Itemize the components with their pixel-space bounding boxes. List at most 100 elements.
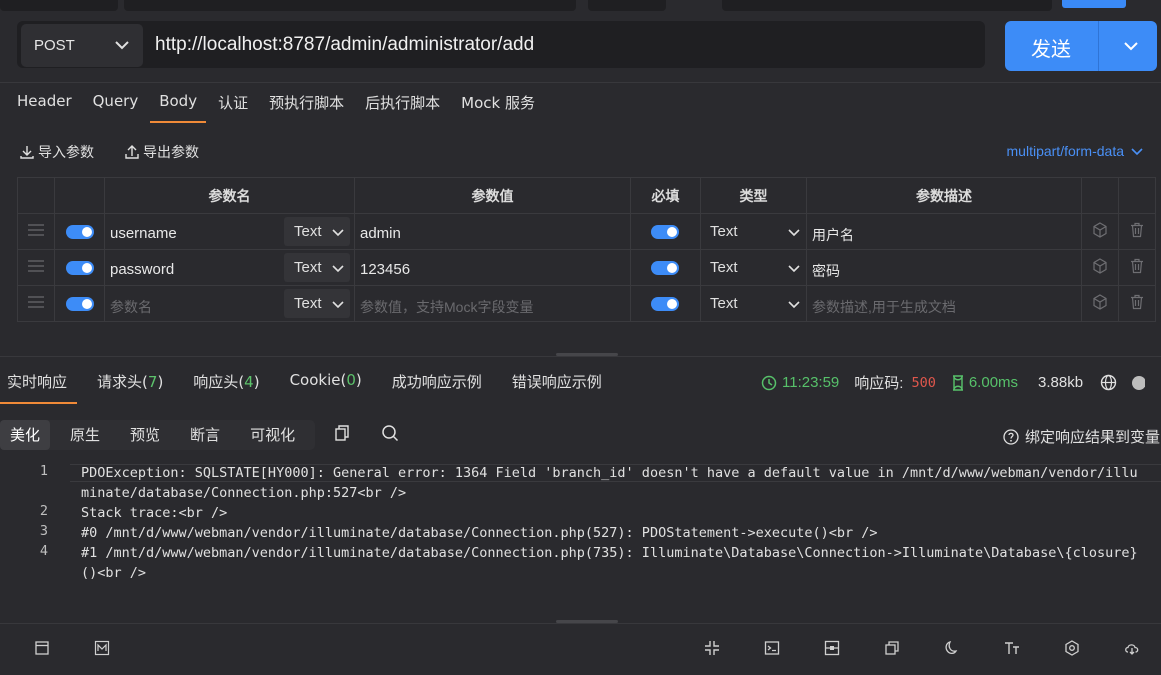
tab-label: 成功响应示例 bbox=[391, 373, 482, 391]
collapse-icon[interactable] bbox=[704, 640, 720, 656]
bind-response-button[interactable]: 绑定响应结果到变量 bbox=[1003, 426, 1160, 447]
export-label: 导出参数 bbox=[143, 145, 199, 161]
required-toggle[interactable] bbox=[651, 261, 679, 275]
name-type-select[interactable]: Text bbox=[284, 253, 350, 282]
view-raw-button[interactable]: 原生 bbox=[60, 420, 110, 450]
response-size: 3.88kb bbox=[1038, 374, 1084, 391]
tab-label: 实时响应 bbox=[7, 373, 68, 391]
delete-button[interactable] bbox=[1118, 285, 1156, 322]
bind-label: 绑定响应结果到变量 bbox=[1025, 428, 1161, 446]
send-button[interactable]: 发送 bbox=[1005, 21, 1157, 71]
tab-cookie[interactable]: Cookie(0) bbox=[290, 371, 362, 401]
response-body[interactable]: 1 PDOException: SQLSTATE[HY000]: General … bbox=[0, 463, 1161, 583]
delete-button[interactable] bbox=[1118, 249, 1156, 286]
top-toolbar bbox=[722, 0, 1052, 11]
hourglass-icon bbox=[952, 374, 963, 391]
view-preview-button[interactable]: 预览 bbox=[120, 420, 170, 450]
delete-button[interactable] bbox=[1118, 213, 1156, 250]
tab-mock[interactable]: Mock 服务 bbox=[461, 92, 535, 121]
font-size-icon[interactable] bbox=[1004, 640, 1020, 656]
clock-icon bbox=[761, 375, 777, 390]
drag-icon bbox=[28, 259, 44, 272]
import-params-button[interactable]: 导入参数 bbox=[19, 142, 94, 162]
drag-handle[interactable] bbox=[17, 213, 55, 250]
tab-body[interactable]: Body bbox=[150, 92, 206, 123]
tab-post-script[interactable]: 后执行脚本 bbox=[365, 92, 440, 121]
response-tabs: 实时响应 请求头(7) 响应头(4) Cookie(0) 成功响应示例 错误响应… bbox=[0, 371, 632, 404]
search-icon[interactable] bbox=[381, 424, 399, 442]
code-line: 2 Stack trace:<br /> bbox=[0, 503, 1161, 523]
enable-toggle[interactable] bbox=[66, 225, 94, 239]
enable-toggle[interactable] bbox=[66, 297, 94, 311]
col-desc: 参数描述 bbox=[806, 177, 1082, 214]
tab-request-headers[interactable]: 请求头(7) bbox=[97, 371, 163, 401]
content-type-select[interactable]: multipart/form-data bbox=[1007, 143, 1144, 159]
windows-icon[interactable] bbox=[884, 640, 900, 656]
tab-realtime-response[interactable]: 实时响应 bbox=[0, 371, 78, 404]
view-mode-bar: 美化 原生 预览 断言 可视化 bbox=[0, 420, 316, 450]
view-assert-button[interactable]: 断言 bbox=[180, 420, 230, 450]
name-type-label: Text bbox=[294, 223, 322, 240]
markdown-icon[interactable] bbox=[94, 640, 110, 656]
moon-icon[interactable] bbox=[944, 640, 960, 656]
cube-button[interactable] bbox=[1081, 213, 1119, 250]
param-value[interactable]: admin bbox=[360, 225, 401, 242]
tab-query[interactable]: Query bbox=[93, 92, 139, 121]
url-input[interactable]: http://localhost:8787/admin/administrato… bbox=[155, 34, 534, 56]
line-text: #1 /mnt/d/www/webman/vendor/illuminate/d… bbox=[81, 545, 1138, 581]
method-select[interactable]: POST bbox=[21, 24, 143, 67]
required-toggle[interactable] bbox=[651, 297, 679, 311]
response-time: 11:23:59 bbox=[782, 374, 840, 391]
type-select[interactable]: Text bbox=[700, 285, 807, 322]
panel-icon[interactable] bbox=[824, 640, 840, 656]
name-type-select[interactable]: Text bbox=[284, 289, 350, 318]
drag-handle[interactable] bbox=[17, 285, 55, 322]
settings-icon[interactable] bbox=[1064, 640, 1080, 656]
line-text: #0 /mnt/d/www/webman/vendor/illuminate/d… bbox=[81, 525, 878, 541]
param-name[interactable]: username bbox=[110, 225, 177, 242]
type-select[interactable]: Text bbox=[700, 249, 807, 286]
cloud-download-icon[interactable] bbox=[1124, 640, 1140, 656]
cube-button[interactable] bbox=[1081, 285, 1119, 322]
table-header: 参数名 参数值 必填 类型 参数描述 bbox=[17, 177, 1156, 214]
globe-icon[interactable] bbox=[1100, 374, 1117, 391]
top-tab-env[interactable] bbox=[588, 0, 666, 11]
tab-error-example[interactable]: 错误响应示例 bbox=[512, 371, 602, 401]
chevron-down-icon bbox=[788, 229, 800, 237]
tab-header[interactable]: Header bbox=[17, 92, 72, 121]
request-tabs: Header Query Body 认证 预执行脚本 后执行脚本 Mock 服务 bbox=[17, 92, 556, 123]
send-dropdown-icon[interactable] bbox=[1122, 37, 1140, 55]
type-select[interactable]: Text bbox=[700, 213, 807, 250]
cube-button[interactable] bbox=[1081, 249, 1119, 286]
response-tools bbox=[333, 424, 399, 442]
view-visualize-button[interactable]: 可视化 bbox=[240, 420, 305, 450]
param-name[interactable]: password bbox=[110, 261, 174, 278]
name-type-select[interactable]: Text bbox=[284, 217, 350, 246]
view-pretty-button[interactable]: 美化 bbox=[0, 420, 51, 450]
enable-toggle[interactable] bbox=[66, 261, 94, 275]
question-icon bbox=[1003, 428, 1019, 445]
param-value[interactable]: 123456 bbox=[360, 261, 410, 278]
param-desc[interactable]: 用户名 bbox=[812, 225, 854, 245]
param-desc[interactable]: 密码 bbox=[812, 261, 840, 281]
info-icon[interactable] bbox=[1131, 375, 1146, 391]
tab-auth[interactable]: 认证 bbox=[218, 92, 248, 121]
tab-success-example[interactable]: 成功响应示例 bbox=[392, 371, 482, 401]
param-value-input[interactable]: 参数值，支持Mock字段变量 bbox=[360, 297, 533, 317]
copy-icon[interactable] bbox=[333, 424, 351, 442]
param-name-input[interactable]: 参数名 bbox=[110, 297, 152, 317]
divider bbox=[0, 82, 1161, 83]
param-desc-input[interactable]: 参数描述,用于生成文档 bbox=[812, 297, 956, 317]
export-params-button[interactable]: 导出参数 bbox=[124, 142, 199, 162]
top-tab-left[interactable] bbox=[0, 0, 118, 11]
top-save-button[interactable] bbox=[1062, 0, 1126, 8]
terminal-icon[interactable] bbox=[764, 640, 780, 656]
layout-icon[interactable] bbox=[34, 640, 50, 656]
required-toggle[interactable] bbox=[651, 225, 679, 239]
tab-pre-script[interactable]: 预执行脚本 bbox=[269, 92, 344, 121]
tab-response-headers[interactable]: 响应头(4) bbox=[193, 371, 259, 401]
drag-icon bbox=[28, 295, 44, 308]
status-code-label: 响应码: bbox=[854, 375, 904, 392]
top-tab-name[interactable] bbox=[124, 0, 576, 11]
drag-handle[interactable] bbox=[17, 249, 55, 286]
